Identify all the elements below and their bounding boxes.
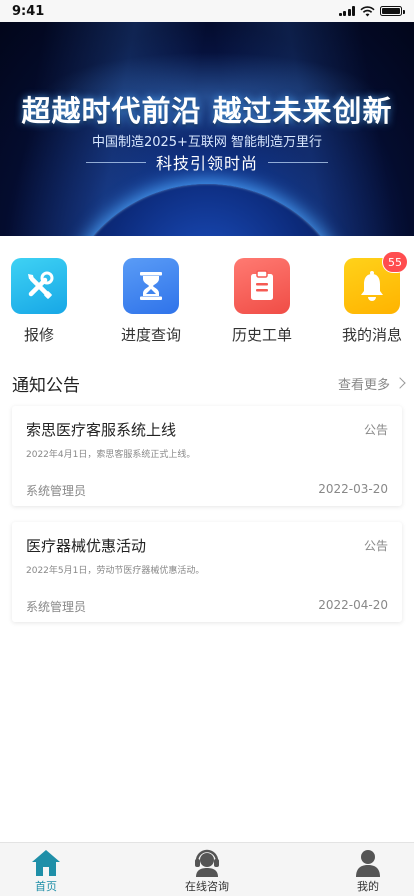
quick-action-label: 历史工单: [231, 326, 292, 344]
notice-author: 系统管理员: [26, 484, 87, 498]
notice-card[interactable]: 索思医疗客服系统上线 公告 2022年4月1日，索思客服系统正式上线。 系统管理…: [12, 406, 402, 506]
quick-action-label: 进度查询: [120, 326, 181, 344]
notice-title: 医疗器械优惠活动: [26, 537, 147, 555]
notice-description: 2022年4月1日，索思客服系统正式上线。: [26, 450, 196, 460]
section-title: 通知公告: [12, 375, 80, 396]
history-tile[interactable]: [234, 258, 290, 314]
quick-action-history[interactable]: 历史工单: [222, 258, 302, 345]
banner-tagline: 科技引领时尚: [155, 154, 258, 173]
tab-home[interactable]: 首页: [0, 843, 101, 896]
quick-action-label: 报修: [23, 326, 54, 344]
hero-banner[interactable]: 超越时代前沿 越过未来创新 中国制造2025+互联网 智能制造万里行 科技引领时…: [0, 22, 414, 236]
progress-tile[interactable]: [123, 258, 179, 314]
quick-actions: 报修 进度查询 历史工单 55 我的消息: [0, 251, 414, 350]
status-time: 9:41: [12, 3, 45, 19]
messages-tile[interactable]: 55: [344, 251, 408, 314]
hourglass-icon: [140, 272, 162, 300]
battery-icon: [380, 6, 405, 16]
tab-label: 我的: [357, 880, 379, 893]
banner-tagline-row: 科技引领时尚: [0, 150, 414, 174]
bottom-tab-bar: 首页 在线咨询 我的: [0, 842, 414, 896]
banner-headline: 超越时代前沿 越过未来创新: [21, 94, 393, 128]
user-icon: [356, 850, 380, 877]
notice-date: 2022-04-20: [318, 598, 388, 612]
chevron-right-icon: [394, 377, 406, 389]
tools-icon: [28, 271, 54, 299]
quick-action-repair[interactable]: 报修: [0, 258, 79, 345]
bell-icon: [361, 271, 383, 301]
notice-date: 2022-03-20: [318, 482, 388, 496]
tab-online-consult[interactable]: 在线咨询: [152, 843, 262, 896]
tab-label: 首页: [35, 880, 57, 893]
see-more-label: 查看更多: [337, 377, 390, 393]
cellular-signal-icon: [338, 6, 355, 16]
headset-icon: [195, 849, 219, 877]
quick-action-messages[interactable]: 55 我的消息: [332, 251, 412, 345]
notice-tag: 公告: [363, 423, 388, 437]
status-bar: 9:41: [0, 0, 414, 22]
notice-description: 2022年5月1日，劳动节医疗器械优惠活动。: [26, 566, 205, 576]
quick-action-label: 我的消息: [341, 326, 402, 344]
wifi-icon: [360, 5, 375, 16]
see-more-link[interactable]: 查看更多: [337, 374, 406, 393]
tab-label: 在线咨询: [185, 880, 229, 893]
notice-title: 索思医疗客服系统上线: [26, 421, 177, 439]
notices-section-header: 通知公告 查看更多: [12, 370, 406, 396]
notice-author: 系统管理员: [26, 600, 87, 614]
unread-count-badge: 55: [382, 251, 408, 273]
notice-card[interactable]: 医疗器械优惠活动 公告 2022年5月1日，劳动节医疗器械优惠活动。 系统管理员…: [12, 522, 402, 622]
tab-mine[interactable]: 我的: [313, 843, 414, 896]
quick-action-progress[interactable]: 进度查询: [111, 258, 191, 345]
status-icons: [338, 5, 405, 17]
home-icon: [32, 850, 60, 876]
notice-tag: 公告: [363, 539, 388, 553]
banner-subline: 中国制造2025+互联网 智能制造万里行: [91, 135, 323, 150]
clipboard-icon: [251, 270, 273, 300]
tagline-divider-left: [85, 161, 146, 163]
repair-tile[interactable]: [11, 258, 67, 314]
tagline-divider-right: [268, 161, 328, 163]
